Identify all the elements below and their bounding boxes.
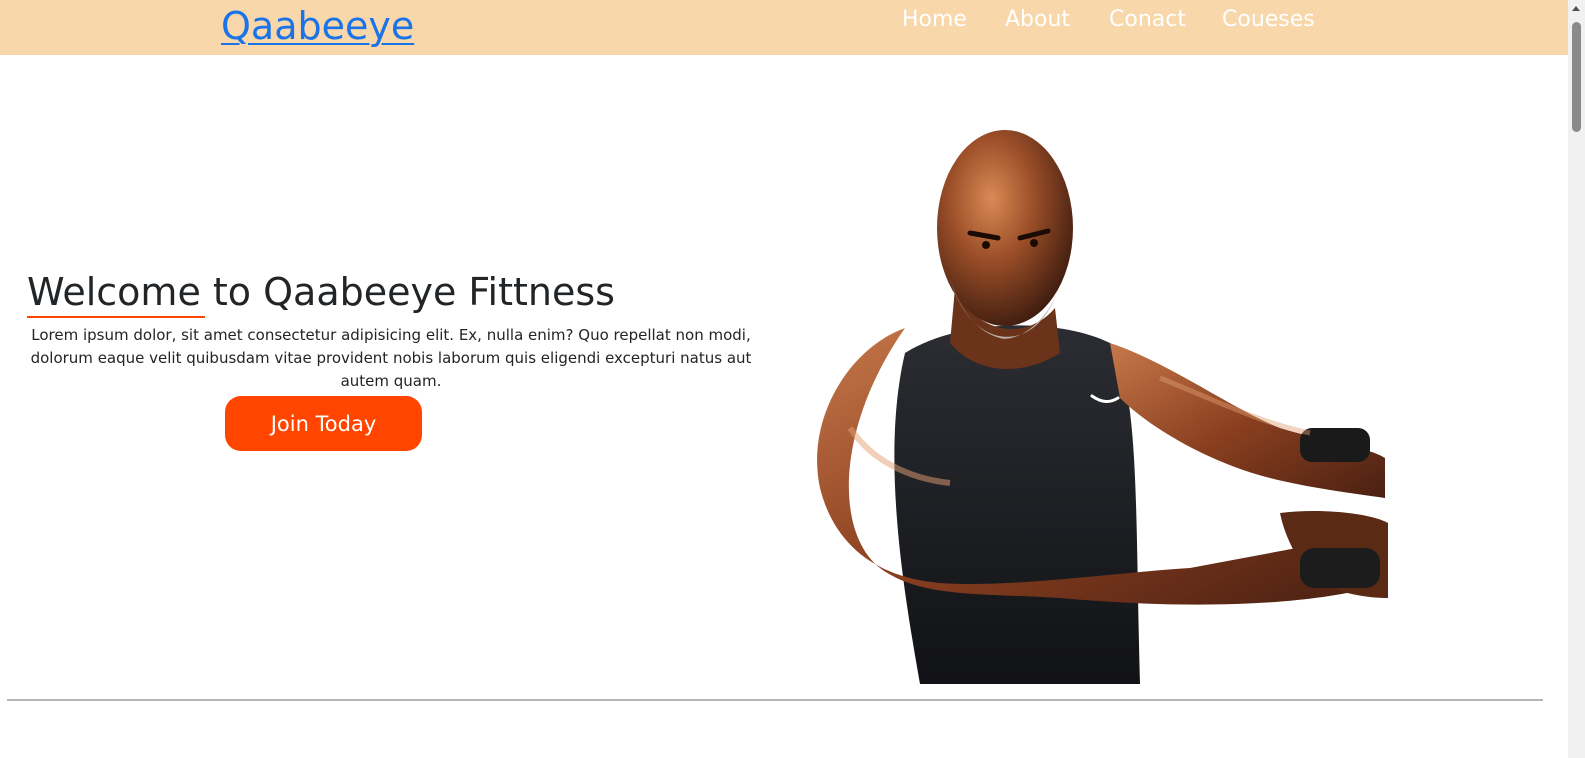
join-today-button[interactable]: Join Today [225, 396, 422, 451]
nav-courses-link[interactable]: Coueses [1222, 4, 1315, 36]
nav-about-link[interactable]: About [1005, 4, 1070, 36]
nav-home-link[interactable]: Home [902, 4, 967, 36]
scroll-up-icon[interactable] [1572, 6, 1580, 11]
brand-logo-link[interactable]: Qaabeeye [221, 3, 414, 49]
hero-bodybuilder-image [817, 130, 1388, 684]
scrollbar-thumb[interactable] [1572, 22, 1581, 132]
page-scrollbar[interactable] [1568, 0, 1585, 758]
hero-description: Lorem ipsum dolor, sit amet consectetur … [30, 326, 752, 390]
hero-title: Welcome to Qaabeeye Fittness [27, 270, 615, 314]
nav-contact-link[interactable]: Conact [1109, 4, 1186, 36]
section-divider [7, 699, 1543, 701]
title-underline-accent [27, 316, 205, 318]
navbar: Qaabeeye Home About Conact Coueses [0, 0, 1568, 55]
